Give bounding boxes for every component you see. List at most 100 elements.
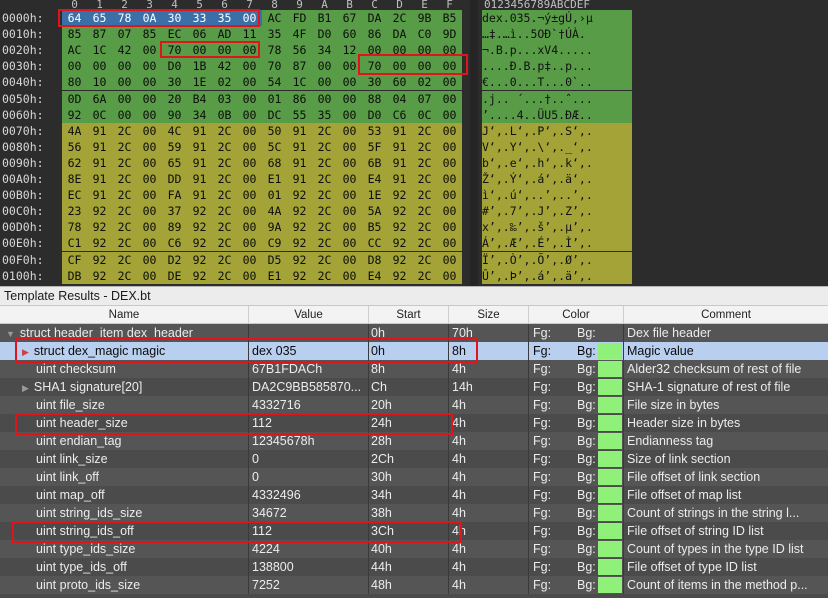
hex-byte[interactable]: FA — [162, 187, 187, 204]
bg-label[interactable]: Bg: — [577, 396, 596, 414]
fg-label[interactable]: Fg: — [533, 396, 551, 414]
hex-byte[interactable]: 60 — [387, 74, 412, 91]
hex-byte[interactable]: 8E — [62, 171, 87, 187]
fg-label[interactable]: Fg: — [533, 522, 551, 540]
hex-editor-pane[interactable]: 0123456789ABCDEF 0123456789ABCDEF 0000h:… — [0, 0, 828, 286]
hex-byte[interactable]: AC — [262, 10, 287, 26]
hex-byte[interactable]: 00 — [437, 42, 462, 59]
hex-row[interactable]: 0020h: AC 1C 42 00 70 00 00 00 78 56 34 12 00 00 00 00 ¬.… — [0, 42, 828, 59]
hex-byte[interactable]: 92 — [387, 235, 412, 252]
hex-byte[interactable]: CC — [362, 235, 387, 252]
ascii-text[interactable]: Á’,.Æ’,.É’,.Ì’,. — [482, 235, 632, 252]
hex-byte[interactable]: D8 — [362, 251, 387, 268]
hex-byte[interactable]: 2C — [112, 203, 137, 220]
hex-byte[interactable]: 2C — [212, 122, 237, 139]
hex-byte[interactable]: 00 — [337, 235, 362, 252]
hex-byte[interactable]: 00 — [137, 235, 162, 252]
bg-label[interactable]: Bg: — [577, 450, 596, 468]
hex-byte[interactable]: 00 — [137, 122, 162, 139]
hex-byte[interactable]: 2C — [312, 235, 337, 252]
bg-color-swatch[interactable] — [598, 577, 622, 593]
bg-label[interactable]: Bg: — [577, 540, 596, 558]
hex-byte[interactable]: 00 — [437, 106, 462, 123]
hex-byte[interactable]: 2C — [312, 171, 337, 187]
hex-byte[interactable]: 92 — [87, 251, 112, 268]
hex-byte[interactable]: 91 — [387, 171, 412, 187]
hex-byte[interactable]: 2C — [412, 235, 437, 252]
bg-color-swatch[interactable] — [598, 379, 622, 395]
ascii-text[interactable]: ¬.B.p...xV4..... — [482, 42, 632, 59]
hex-byte[interactable]: 00 — [337, 58, 362, 75]
hex-row[interactable]: 00F0h: CF 92 2C 00 D2 92 2C 00 D5 92 2C 00 D8 92 2C 00 Ï’… — [0, 251, 828, 268]
hex-byte[interactable]: 30 — [162, 10, 187, 26]
hex-byte[interactable]: 92 — [387, 187, 412, 204]
fg-label[interactable]: Fg: — [533, 432, 551, 450]
fg-label[interactable]: Fg: — [533, 486, 551, 504]
hex-row[interactable]: 0000h: 64 65 78 0A 30 33 35 00 AC FD B1 67 DA 2C 9B B5 de… — [0, 10, 828, 26]
hex-byte[interactable]: E1 — [262, 267, 287, 284]
hex-byte[interactable]: 00 — [187, 42, 212, 59]
bg-label[interactable]: Bg: — [577, 342, 596, 360]
hex-byte[interactable]: 00 — [237, 10, 262, 26]
bg-color-swatch[interactable] — [598, 397, 622, 413]
hex-byte[interactable]: 2C — [212, 267, 237, 284]
ascii-text[interactable]: €...0...T...0`.. — [482, 74, 632, 91]
bg-label[interactable]: Bg: — [577, 468, 596, 486]
hex-byte[interactable]: 30 — [162, 74, 187, 91]
hex-byte[interactable]: 00 — [112, 106, 137, 123]
hex-byte[interactable]: 00 — [137, 251, 162, 268]
hex-byte[interactable]: 91 — [387, 122, 412, 139]
fg-label[interactable]: Fg: — [533, 360, 551, 378]
hex-byte[interactable]: 91 — [187, 187, 212, 204]
hex-byte[interactable]: 30 — [362, 74, 387, 91]
hex-byte[interactable]: 6B — [362, 154, 387, 171]
ascii-text[interactable]: dex.035.¬ý±gÚ,›µ — [482, 10, 632, 26]
hex-byte[interactable]: 2C — [312, 122, 337, 139]
hex-row[interactable]: 00D0h: 78 92 2C 00 89 92 2C 00 9A 92 2C 00 B5 92 2C 00 x’… — [0, 219, 828, 236]
hex-byte[interactable]: 00 — [312, 74, 337, 91]
hex-byte[interactable]: 86 — [362, 26, 387, 43]
ascii-text[interactable]: V‘,.Y‘,.\‘,._‘,. — [482, 138, 632, 155]
hex-byte[interactable]: 37 — [162, 203, 187, 220]
template-row[interactable]: uint link_off 0 30h 4h Fg: Bg: File offset of … — [0, 468, 828, 486]
hex-byte[interactable]: 2C — [212, 171, 237, 187]
column-header-name[interactable]: Name — [0, 306, 249, 324]
hex-byte[interactable]: 89 — [162, 219, 187, 236]
fg-label[interactable]: Fg: — [533, 558, 551, 576]
hex-row[interactable]: 0090h: 62 91 2C 00 65 91 2C 00 68 91 2C 00 6B 91 2C 00 b‘… — [0, 154, 828, 171]
hex-byte[interactable]: 92 — [287, 219, 312, 236]
bg-color-swatch[interactable] — [598, 343, 622, 359]
hex-byte[interactable]: 00 — [337, 122, 362, 139]
hex-byte[interactable]: 42 — [212, 58, 237, 75]
hex-byte[interactable]: 56 — [287, 42, 312, 59]
fg-label[interactable]: Fg: — [533, 414, 551, 432]
hex-byte[interactable]: B5 — [437, 10, 462, 26]
hex-byte[interactable]: 91 — [87, 138, 112, 155]
hex-byte[interactable]: 65 — [87, 10, 112, 26]
hex-byte[interactable]: 35 — [312, 106, 337, 123]
bg-label[interactable]: Bg: — [577, 486, 596, 504]
hex-byte[interactable]: 00 — [437, 74, 462, 91]
collapsed-triangle-icon[interactable]: ▶ — [22, 379, 29, 396]
hex-byte[interactable]: 2C — [112, 267, 137, 284]
hex-byte[interactable]: 91 — [87, 171, 112, 187]
hex-byte[interactable]: 2C — [312, 154, 337, 171]
hex-byte[interactable]: 85 — [137, 26, 162, 43]
template-row[interactable]: uint string_ids_off 112 3Ch 4h Fg: Bg: File of… — [0, 522, 828, 540]
hex-byte[interactable]: 92 — [187, 219, 212, 236]
bg-label[interactable]: Bg: — [577, 576, 596, 594]
bg-color-swatch[interactable] — [598, 523, 622, 539]
bg-label[interactable]: Bg: — [577, 504, 596, 522]
hex-byte[interactable]: 2C — [212, 187, 237, 204]
hex-byte[interactable]: 00 — [337, 187, 362, 204]
hex-byte[interactable]: 00 — [437, 122, 462, 139]
hex-byte[interactable]: 00 — [387, 42, 412, 59]
template-row[interactable]: uint type_ids_off 138800 44h 4h Fg: Bg: File o… — [0, 558, 828, 576]
hex-byte[interactable]: 6A — [87, 90, 112, 107]
hex-byte[interactable]: D2 — [162, 251, 187, 268]
hex-byte[interactable]: C6 — [387, 106, 412, 123]
hex-byte[interactable]: 00 — [137, 203, 162, 220]
hex-byte[interactable]: 9B — [412, 10, 437, 26]
hex-byte[interactable]: 2C — [112, 219, 137, 236]
hex-byte[interactable]: 1E — [362, 187, 387, 204]
